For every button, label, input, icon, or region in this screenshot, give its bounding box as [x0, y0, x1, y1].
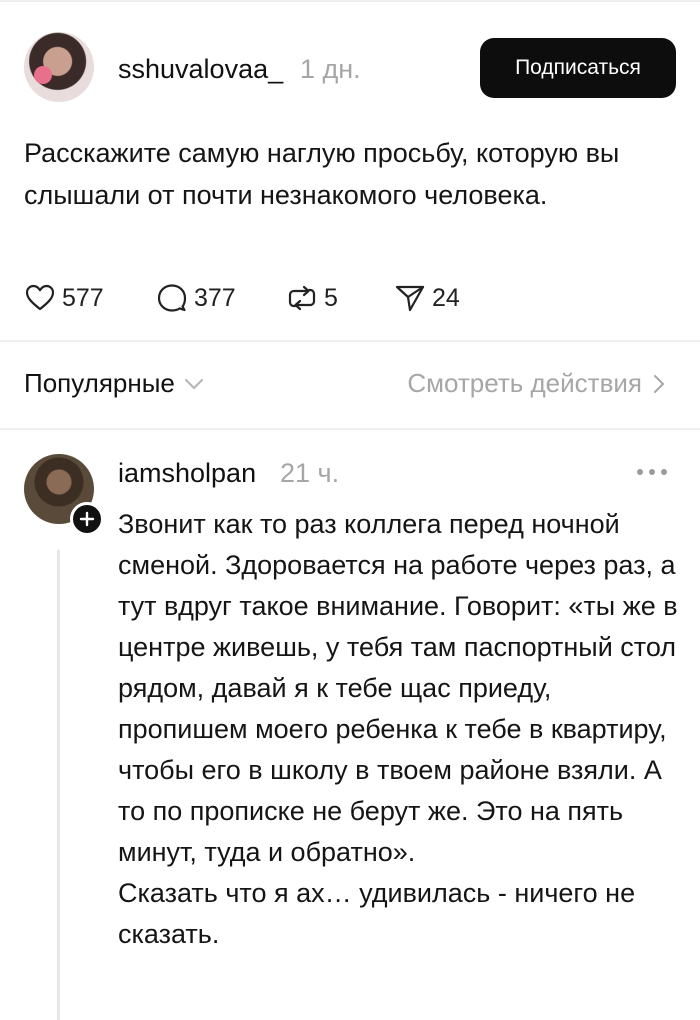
- comment-text: Звонит как то раз коллега перед ночной с…: [118, 509, 678, 949]
- view-activity-label: Смотреть действия: [407, 368, 642, 398]
- post-timestamp: 1 дн.: [300, 54, 361, 84]
- thread-line: [57, 550, 60, 1020]
- repost-count: 5: [324, 283, 338, 312]
- more-dots-icon[interactable]: [634, 460, 670, 484]
- share-button[interactable]: 24: [394, 278, 460, 318]
- chevron-down-icon: [184, 378, 203, 389]
- post-text: Расскажите самую наглую просьбу, которую…: [24, 138, 620, 210]
- like-button[interactable]: 577: [24, 278, 104, 318]
- comment-bubble-icon: [157, 284, 187, 312]
- comment-author-username[interactable]: iamsholpan: [118, 458, 256, 489]
- comment-count: 377: [194, 283, 236, 312]
- comment-timestamp: 21 ч.: [280, 458, 340, 488]
- section-divider: [0, 340, 700, 342]
- comments-divider: [0, 428, 700, 430]
- sort-selected-label: Популярные: [24, 368, 175, 398]
- plus-icon: [79, 511, 95, 527]
- heart-icon: [25, 284, 55, 311]
- post-header: sshuvalovaa_ 1 дн. Подписаться: [24, 32, 676, 104]
- post-actions: 577 377 5 24: [24, 278, 664, 318]
- sort-dropdown[interactable]: Популярные: [24, 368, 205, 399]
- top-divider: [0, 0, 700, 2]
- share-count: 24: [432, 283, 460, 312]
- like-count: 577: [62, 283, 104, 312]
- follow-badge[interactable]: [70, 502, 104, 536]
- send-icon: [395, 285, 425, 312]
- comment-item: iamsholpan 21 ч. Звонит как то раз колле…: [24, 454, 678, 1020]
- subscribe-button[interactable]: Подписаться: [480, 38, 676, 98]
- repost-button[interactable]: 5: [286, 278, 338, 318]
- repost-icon: [288, 285, 316, 311]
- comment-button[interactable]: 377: [156, 278, 236, 318]
- sort-bar: Популярные Смотреть действия: [24, 362, 668, 408]
- view-activity-link[interactable]: Смотреть действия: [407, 368, 668, 399]
- flower-decoration: [34, 66, 52, 84]
- chevron-right-icon: [654, 374, 664, 393]
- post-author-username[interactable]: sshuvalovaa_: [118, 54, 283, 85]
- post-author-avatar[interactable]: [24, 32, 94, 102]
